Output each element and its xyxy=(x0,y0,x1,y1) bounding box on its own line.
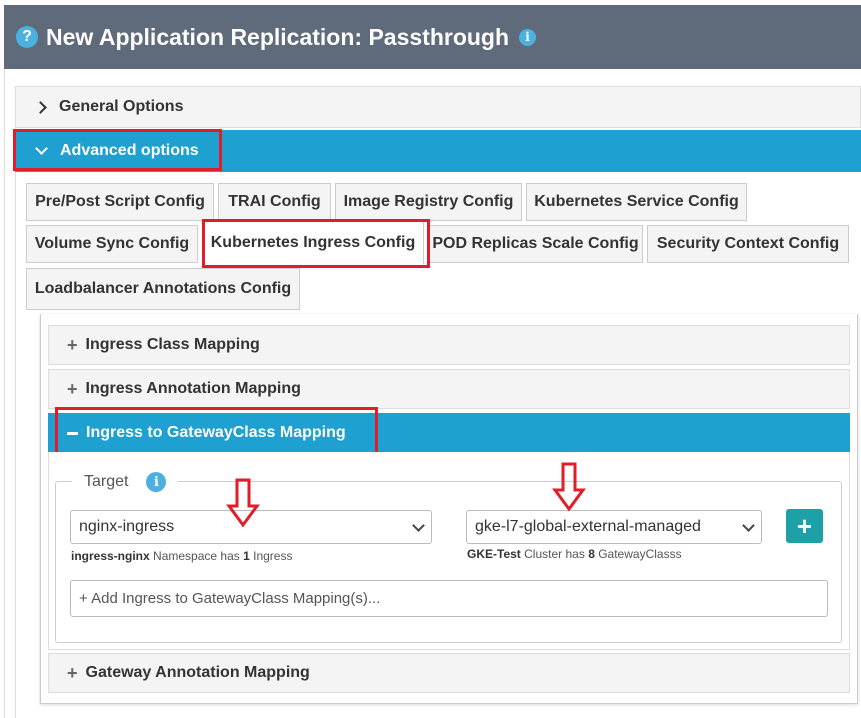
ingress-class-mapping-label: Ingress Class Mapping xyxy=(85,336,260,353)
gateway-annotation-mapping-label: Gateway Annotation Mapping xyxy=(85,664,310,681)
minus-icon xyxy=(67,431,78,435)
info-circle-icon[interactable]: i xyxy=(146,472,167,492)
question-circle-icon[interactable]: ? xyxy=(16,26,38,48)
tab-security-context-config[interactable]: Security Context Config xyxy=(647,225,849,263)
add-mapping-button[interactable]: + xyxy=(786,509,823,543)
namespace-text: Namespace has xyxy=(153,549,240,563)
down-arrow-icon xyxy=(226,478,260,528)
cluster-name: GKE-Test xyxy=(467,547,521,561)
tab-trai-config[interactable]: TRAI Config xyxy=(218,183,331,221)
page-title: New Application Replication: Passthrough xyxy=(46,23,510,50)
gatewayclass-unit: GatewayClasss xyxy=(598,547,682,561)
ingress-count: 1 xyxy=(243,549,250,563)
general-options-label: General Options xyxy=(59,98,184,115)
ingress-select-value: nginx-ingress xyxy=(79,518,175,535)
gatewayclass-select-value: gke-l7-global-external-managed xyxy=(475,518,701,535)
chevron-down-icon xyxy=(412,519,425,532)
cluster-text: Cluster has xyxy=(524,547,585,561)
advanced-options-label: Advanced options xyxy=(60,142,199,159)
gatewayclass-hint: GKE-Test Cluster has 8 GatewayClasss xyxy=(467,547,682,561)
add-mapping-input[interactable]: + Add Ingress to GatewayClass Mapping(s)… xyxy=(70,580,828,617)
page-header: ? New Application Replication: Passthrou… xyxy=(4,5,861,69)
tab-pod-replicas-scale-config[interactable]: POD Replicas Scale Config xyxy=(428,225,643,263)
ingress-gateway-mapping-accordion[interactable]: Ingress to GatewayClass Mapping xyxy=(48,413,850,453)
tab-volume-sync-config[interactable]: Volume Sync Config xyxy=(26,225,198,263)
general-options-accordion[interactable]: General Options xyxy=(15,86,861,128)
namespace-name: ingress-nginx xyxy=(71,549,150,563)
chevron-down-icon xyxy=(35,142,48,155)
gateway-annotation-mapping-accordion[interactable]: + Gateway Annotation Mapping xyxy=(48,653,850,693)
ingress-class-mapping-accordion[interactable]: + Ingress Class Mapping xyxy=(48,325,850,365)
gatewayclass-select[interactable]: gke-l7-global-external-managed xyxy=(466,510,762,544)
ingress-gateway-mapping-label: Ingress to GatewayClass Mapping xyxy=(86,424,346,441)
plus-icon: + xyxy=(67,662,78,683)
plus-icon: + xyxy=(67,334,78,355)
tab-kubernetes-ingress-config[interactable]: Kubernetes Ingress Config xyxy=(202,221,424,265)
ingress-hint: ingress-nginx Namespace has 1 Ingress xyxy=(71,549,292,563)
down-arrow-icon xyxy=(552,462,586,512)
tab-image-registry-config[interactable]: Image Registry Config xyxy=(335,183,522,221)
ingress-unit: Ingress xyxy=(253,549,293,563)
advanced-options-accordion[interactable]: Advanced options xyxy=(15,130,861,172)
target-label: Target xyxy=(84,473,129,490)
tab-kubernetes-service-config[interactable]: Kubernetes Service Config xyxy=(526,183,747,221)
gatewayclass-count: 8 xyxy=(588,547,595,561)
info-circle-icon[interactable]: i xyxy=(519,28,537,46)
tab-loadbalancer-annotations-config[interactable]: Loadbalancer Annotations Config xyxy=(26,268,300,310)
ingress-annotation-mapping-accordion[interactable]: + Ingress Annotation Mapping xyxy=(48,369,850,409)
target-legend: Target i xyxy=(72,472,179,492)
chevron-down-icon xyxy=(742,519,755,532)
chevron-right-icon xyxy=(34,100,47,114)
plus-icon: + xyxy=(67,378,78,399)
ingress-annotation-mapping-label: Ingress Annotation Mapping xyxy=(85,380,301,397)
tab-pre-post-script-config[interactable]: Pre/Post Script Config xyxy=(26,183,214,221)
add-mapping-placeholder: + Add Ingress to GatewayClass Mapping(s)… xyxy=(79,590,381,607)
